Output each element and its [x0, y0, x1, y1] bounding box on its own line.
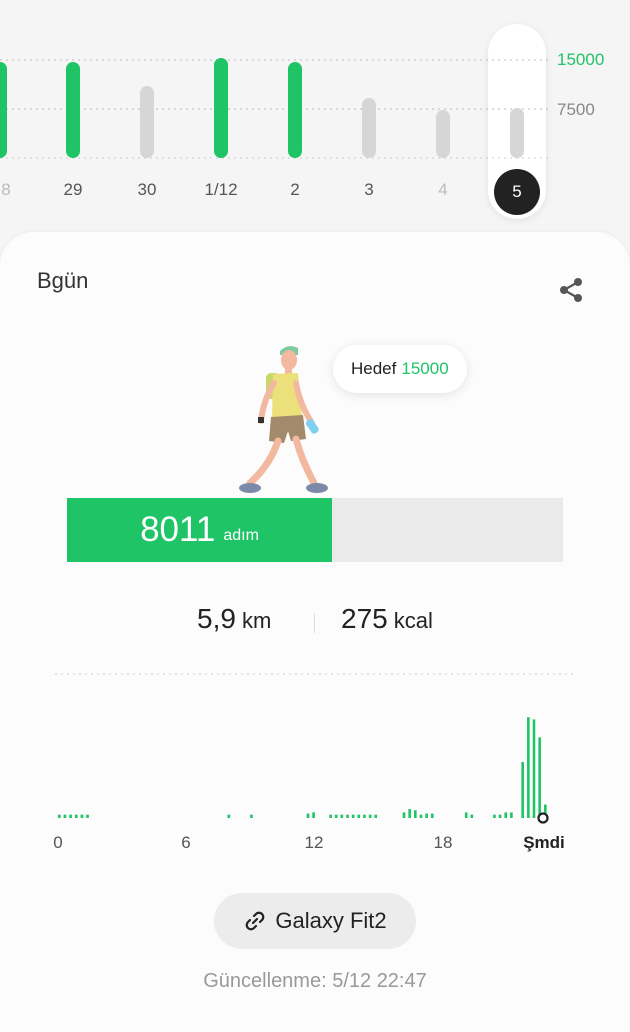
hourly-bar [340, 814, 344, 818]
hour-label-18: 18 [433, 833, 453, 852]
hourly-bar [430, 813, 434, 818]
hourly-bar [86, 814, 89, 818]
reference-label-7500: 7500 [557, 100, 595, 119]
hourly-bar [464, 812, 468, 818]
hourly-bar [521, 762, 524, 818]
day-bar[interactable] [436, 110, 450, 158]
hourly-bar [334, 814, 338, 818]
hour-label-0: 0 [53, 833, 63, 852]
day-bar[interactable] [288, 62, 302, 158]
hourly-bar [504, 812, 508, 818]
day-label[interactable]: 8 [0, 180, 31, 200]
hourly-steps-chart[interactable] [50, 668, 580, 828]
goal-value: 15000 [401, 359, 449, 378]
calories-unit: kcal [393, 608, 433, 633]
steps-value: 8011 [140, 510, 216, 549]
day-label[interactable]: 2 [270, 180, 320, 200]
distance-value: 5,9 [197, 603, 236, 634]
hourly-bar [69, 814, 72, 818]
steps-unit: adım [223, 527, 259, 544]
page-title: Bgün [37, 268, 89, 293]
hourly-bar [414, 810, 417, 818]
hourly-bar [357, 814, 361, 818]
hourly-bar [363, 814, 366, 818]
hourly-bar [346, 814, 349, 818]
hourly-bar [351, 814, 355, 818]
goal-bubble: Hedef 15000 [333, 345, 467, 393]
hourly-bar [538, 737, 541, 818]
day-label[interactable]: 4 [418, 180, 468, 200]
reference-label-15000: 15000 [557, 50, 605, 69]
hourly-bar [470, 814, 474, 818]
distance-unit: km [241, 608, 272, 633]
hourly-bar [368, 814, 372, 818]
hourly-bar [312, 812, 315, 818]
distance-stat: 5,9 km [197, 603, 271, 635]
hourly-bar [74, 814, 78, 818]
hour-label-now: Şmdi [523, 833, 565, 852]
hourly-bar [493, 814, 496, 818]
hourly-bar [63, 814, 67, 818]
day-label[interactable]: 1/12 [196, 180, 246, 200]
steps-count: 8011 adım [67, 498, 332, 562]
hourly-bar [402, 812, 406, 818]
day-bar[interactable] [362, 98, 376, 158]
hourly-bar [58, 814, 61, 818]
calories-stat: 275 kcal [341, 603, 433, 635]
weekly-steps-chart[interactable]: 15000 7500 8 29 30 1/12 2 3 4 5 [0, 0, 630, 230]
day-label[interactable]: 3 [344, 180, 394, 200]
hourly-bar [510, 812, 513, 818]
now-marker [537, 812, 549, 824]
hourly-bar [408, 809, 411, 818]
selected-day-indicator[interactable]: 5 [494, 169, 540, 215]
last-updated-text: Güncellenme: 5/12 22:47 [203, 970, 427, 992]
link-icon [246, 911, 265, 931]
day-label[interactable]: 30 [122, 180, 172, 200]
hour-label-6: 6 [181, 833, 191, 852]
day-bar[interactable] [66, 62, 80, 158]
hourly-bar [250, 814, 253, 818]
calories-value: 275 [341, 603, 388, 634]
activity-stats: 5,9 km 275 kcal [0, 603, 630, 643]
device-name: Galaxy Fit2 [275, 908, 387, 933]
stats-divider [314, 613, 315, 633]
hourly-bar [227, 814, 231, 818]
share-icon[interactable] [556, 275, 586, 305]
hourly-bar [425, 813, 428, 818]
day-bar[interactable] [510, 108, 524, 158]
hourly-bar [498, 814, 502, 818]
walking-person-illustration [239, 346, 328, 493]
hourly-bar [80, 814, 84, 818]
device-button[interactable]: Galaxy Fit2 [214, 893, 416, 949]
hourly-bar [419, 814, 423, 818]
hourly-bar [329, 814, 332, 818]
goal-prefix: Hedef [351, 359, 397, 378]
day-label[interactable]: 29 [48, 180, 98, 200]
day-bar[interactable] [0, 62, 7, 158]
hourly-bar [374, 814, 378, 818]
hourly-bar [532, 719, 536, 818]
hour-label-12: 12 [304, 833, 324, 852]
hourly-bar [306, 813, 310, 818]
day-bar[interactable] [214, 58, 228, 158]
steps-progress-bar: 8011 adım [67, 498, 563, 562]
day-bar[interactable] [140, 86, 154, 158]
hourly-bar [527, 717, 530, 818]
